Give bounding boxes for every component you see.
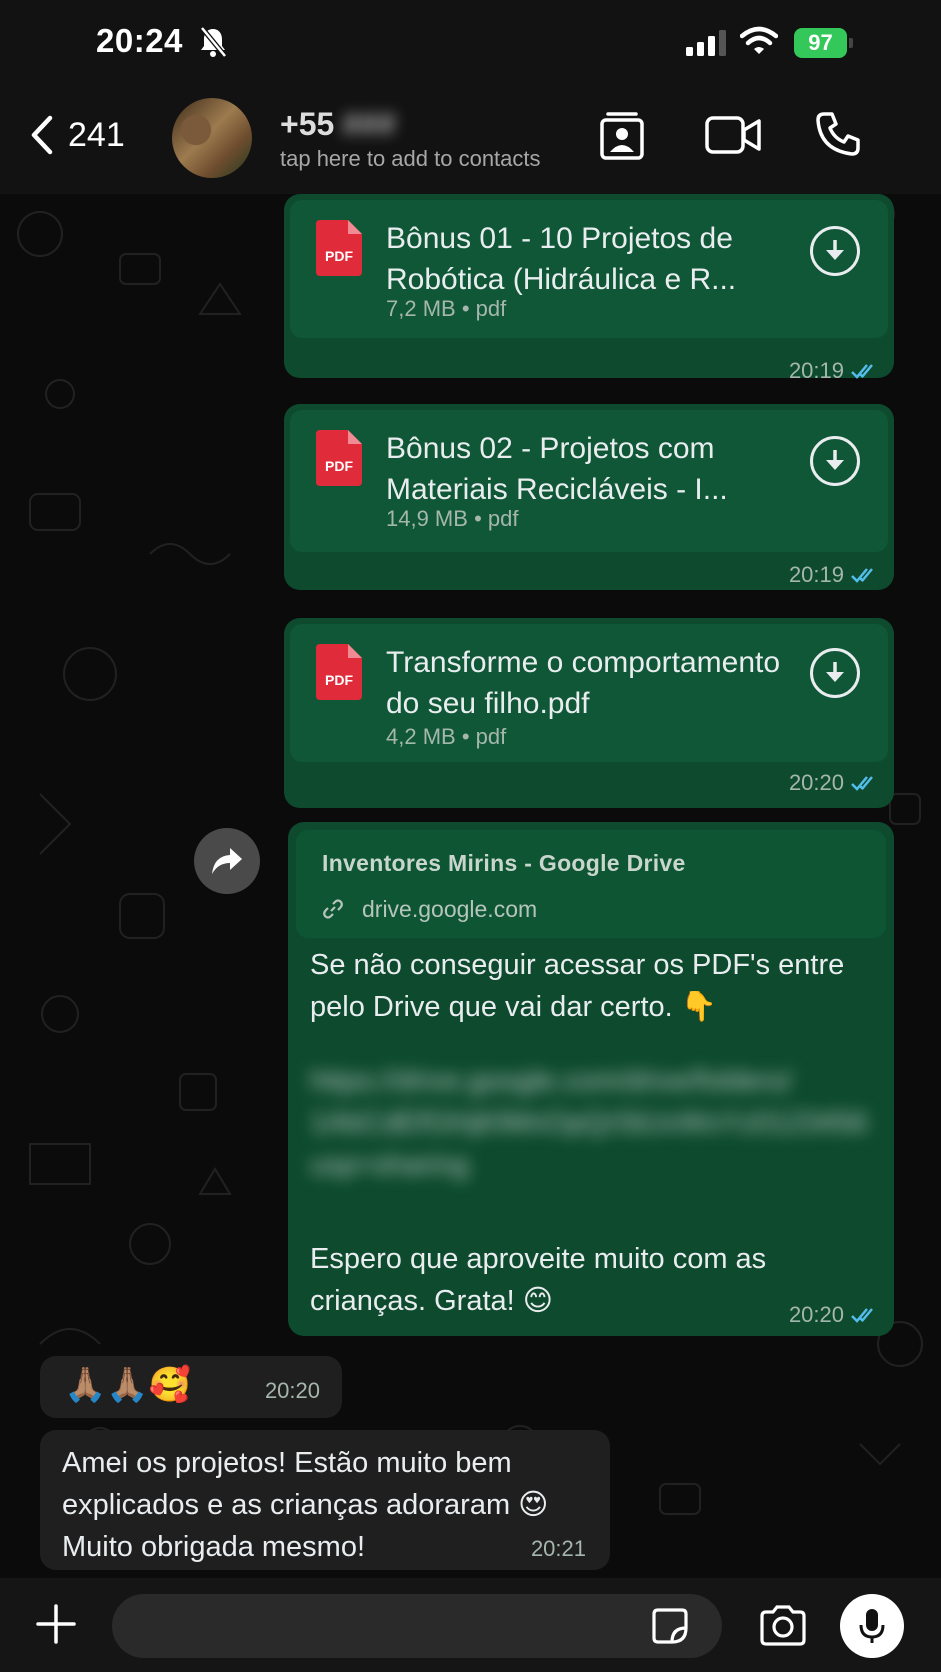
message-emoji: 🙏🏽🙏🏽🥰	[64, 1365, 192, 1405]
battery-level: 97	[808, 30, 833, 55]
message-time: 20:20	[264, 1378, 320, 1403]
document-meta: 14,9 MB • pdf	[386, 506, 519, 531]
message-time: 20:19	[788, 358, 844, 383]
pdf-file-icon: PDF	[316, 644, 362, 700]
phone-icon	[816, 112, 860, 156]
svg-text:PDF: PDF	[325, 458, 353, 474]
read-ticks-icon	[851, 1308, 873, 1323]
document-meta: 4,2 MB • pdf	[386, 724, 507, 749]
download-button[interactable]	[810, 648, 860, 698]
document-card[interactable]: PDF Transforme o comportamento do seu fi…	[290, 624, 888, 762]
chevron-left-icon	[31, 115, 53, 155]
forward-arrow-icon	[212, 848, 242, 874]
document-title: Bônus 01 - 10 Projetos de Robótica (Hidr…	[386, 222, 737, 296]
contact-subtitle[interactable]: tap here to add to contacts	[280, 146, 541, 172]
sticker-icon[interactable]	[650, 1606, 690, 1646]
contact-prefix: +55	[280, 106, 335, 142]
whatsapp-chat-screen: 20:24 97 241 +55 ### tap here to add to …	[0, 0, 941, 1672]
read-ticks-icon	[851, 776, 873, 791]
camera-icon[interactable]	[758, 1604, 808, 1646]
avatar[interactable]	[172, 98, 252, 178]
incoming-message[interactable]: 🙏🏽🙏🏽🥰 20:20	[40, 1356, 342, 1418]
status-time: 20:24	[96, 22, 183, 59]
download-arrow-icon	[826, 662, 844, 682]
video-call-button[interactable]	[704, 114, 762, 156]
unread-count: 241	[68, 115, 125, 154]
microphone-icon	[859, 1609, 885, 1643]
video-call-icon	[705, 116, 761, 154]
battery-icon: 97	[794, 28, 853, 58]
document-message[interactable]: PDF Bônus 02 - Projetos com Materiais Re…	[284, 404, 894, 590]
status-bar: 20:24 97	[0, 0, 941, 88]
link-preview-card[interactable]: Inventores Mirins - Google Drive drive.g…	[296, 830, 886, 938]
link-url: drive.google.com	[362, 896, 538, 922]
link-title: Inventores Mirins - Google Drive	[322, 850, 686, 876]
wifi-icon	[740, 26, 778, 54]
message-text: Se não conseguir acessar os PDF's entre …	[310, 949, 845, 1023]
document-card[interactable]: PDF Bônus 01 - 10 Projetos de Robótica (…	[290, 200, 888, 338]
signal-icon	[686, 30, 726, 56]
link-message[interactable]: Inventores Mirins - Google Drive drive.g…	[288, 822, 894, 1336]
message-time: 20:20	[788, 1302, 844, 1327]
message-time: 20:21	[530, 1536, 586, 1561]
document-message[interactable]: PDF Transforme o comportamento do seu fi…	[284, 618, 894, 808]
message-list[interactable]: PDF Bônus 01 - 10 Projetos de Robótica (…	[0, 194, 941, 1578]
read-ticks-icon	[851, 568, 873, 583]
mic-button[interactable]	[840, 1594, 904, 1658]
document-meta: 7,2 MB • pdf	[386, 296, 507, 321]
link-icon	[323, 899, 343, 919]
message-time: 20:19	[788, 562, 844, 587]
forward-button[interactable]	[194, 828, 260, 894]
message-time: 20:20	[788, 770, 844, 795]
pdf-file-icon: PDF	[316, 220, 362, 276]
pdf-file-icon: PDF	[316, 430, 362, 486]
contact-card-icon	[600, 112, 644, 160]
contact-card-button[interactable]	[596, 110, 648, 162]
chat-header: 241 +55 ### tap here to add to contacts	[0, 88, 941, 194]
document-title: Bônus 02 - Projetos com Materiais Recicl…	[386, 432, 728, 506]
read-ticks-icon	[851, 364, 873, 379]
download-arrow-icon	[826, 450, 844, 470]
bell-slash-icon	[200, 26, 227, 58]
contact-name[interactable]: +55 ###	[280, 106, 396, 143]
message-text: Espero que aproveite muito com as crianç…	[310, 1243, 767, 1317]
contact-number-redacted: ###	[342, 106, 396, 142]
download-arrow-icon	[826, 240, 844, 260]
document-card[interactable]: PDF Bônus 02 - Projetos com Materiais Re…	[290, 410, 888, 552]
incoming-message[interactable]: Amei os projetos! Estão muito bem explic…	[40, 1430, 610, 1570]
download-button[interactable]	[810, 436, 860, 486]
plus-icon[interactable]	[34, 1602, 78, 1646]
message-text: Amei os projetos! Estão muito bem explic…	[62, 1447, 549, 1563]
composer-bar	[0, 1578, 941, 1672]
document-message[interactable]: PDF Bônus 01 - 10 Projetos de Robótica (…	[284, 194, 894, 383]
download-button[interactable]	[810, 226, 860, 276]
message-input[interactable]	[112, 1594, 722, 1658]
document-title: Transforme o comportamento do seu filho.…	[386, 646, 781, 720]
back-button[interactable]: 241	[28, 114, 125, 156]
svg-text:PDF: PDF	[325, 672, 353, 688]
svg-text:PDF: PDF	[325, 248, 353, 264]
voice-call-button[interactable]	[814, 110, 862, 158]
redacted-link-text: https://drive.google.com/drive/folders/ …	[310, 1065, 868, 1181]
